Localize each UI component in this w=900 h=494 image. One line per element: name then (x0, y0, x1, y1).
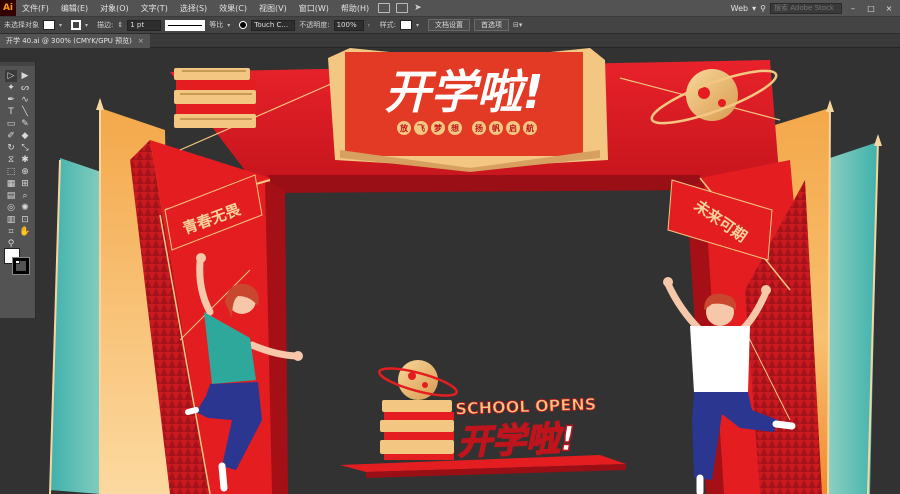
magic-wand-tool[interactable]: ✦ (5, 82, 17, 94)
stroke-profile-label[interactable]: 等比 (209, 20, 223, 30)
stepper-icon[interactable]: ⇕ (117, 21, 123, 29)
send-icon[interactable]: ➤ (414, 3, 426, 13)
arrange-documents-icon[interactable] (378, 3, 391, 13)
free-transform-tool[interactable]: ⬚ (5, 166, 17, 178)
chevron-right-icon[interactable]: › (368, 22, 376, 29)
close-icon[interactable]: × (138, 37, 144, 45)
chevron-down-icon[interactable]: ▾ (752, 4, 756, 13)
preferences-button[interactable]: 首选项 (473, 19, 509, 31)
lasso-tool[interactable]: ᔕ (19, 82, 31, 94)
menu-bar: Ai 文件(F) 编辑(E) 对象(O) 文字(T) 选择(S) 效果(C) 视… (0, 0, 900, 16)
document-tab-title: 开学 40.ai @ 300% (CMYK/GPU 预览) (6, 37, 132, 45)
rectangle-tool[interactable]: ▭ (5, 118, 17, 130)
chevron-down-icon[interactable]: ▾ (85, 22, 93, 29)
pen-tool[interactable]: ✒ (5, 94, 17, 106)
type-tool[interactable]: T (5, 106, 17, 118)
blend-tool[interactable]: ◎ (5, 202, 17, 214)
layout-grid-icon[interactable] (396, 3, 409, 13)
workspace-switcher[interactable]: Web (731, 4, 748, 13)
stroke-color-box[interactable] (12, 257, 30, 275)
shaper-tool[interactable]: ✐ (5, 130, 17, 142)
menu-view[interactable]: 视图(V) (253, 3, 293, 14)
bottom-headline-text: 开学啦! (457, 419, 576, 463)
maximize-button[interactable]: □ (864, 4, 878, 13)
menu-help[interactable]: 帮助(H) (335, 3, 375, 14)
artboard-canvas[interactable]: 开学啦! 放 飞 梦 想 扬 帆 启 航 青春无畏 未来可期 SCHOOL OP (36, 48, 900, 494)
subtitle-char: 启 (509, 123, 517, 133)
stroke-profile-preview[interactable] (165, 19, 206, 31)
subtitle-char: 飞 (417, 124, 425, 133)
eraser-tool[interactable]: ◆ (19, 130, 31, 142)
headline-text: 开学啦! (385, 65, 544, 119)
line-tool[interactable]: ╲ (19, 106, 31, 118)
symbol-sprayer-tool[interactable]: ✺ (19, 202, 31, 214)
school-opens-text: SCHOOL OPENS (455, 395, 596, 419)
slice-tool[interactable]: ⌗ (5, 226, 17, 238)
curvature-tool[interactable]: ∿ (19, 94, 31, 106)
width-tool[interactable]: ⧖ (5, 154, 17, 166)
brush-definition-field[interactable]: Touch C... (251, 19, 296, 31)
stroke-label: 描边: (97, 21, 114, 29)
artboard-tool[interactable]: ⊡ (19, 214, 31, 226)
document-setup-button[interactable]: 文档设置 (427, 19, 470, 31)
books-stack-bottom (380, 400, 454, 460)
chevron-down-icon[interactable]: ▾ (59, 22, 67, 29)
fill-swatch[interactable] (43, 20, 55, 30)
search-icon: ⚲ (760, 3, 766, 13)
stroke-weight-field[interactable]: 1 pt (127, 19, 162, 31)
menu-type[interactable]: 文字(T) (135, 3, 174, 14)
control-bar: 未选择对象 ▾ ▾ 描边: ⇕ 1 pt 等比 ▾ Touch C... 不透明… (0, 16, 900, 34)
hand-tool[interactable]: ✋ (19, 226, 31, 238)
subtitle-char: 扬 (475, 123, 483, 133)
selection-tool[interactable]: ▷ (5, 70, 17, 82)
puppet-warp-tool[interactable]: ✱ (19, 154, 31, 166)
menu-file[interactable]: 文件(F) (16, 3, 55, 14)
menu-select[interactable]: 选择(S) (174, 3, 213, 14)
subtitle-char: 帆 (492, 123, 500, 133)
document-tab-bar: 开学 40.ai @ 300% (CMYK/GPU 预览) × (0, 34, 900, 48)
gradient-tool[interactable]: ▤ (5, 190, 17, 202)
menu-edit[interactable]: 编辑(E) (55, 3, 94, 14)
style-label: 样式: (379, 21, 396, 29)
direct-selection-tool[interactable]: ▶ (19, 70, 31, 82)
chevron-down-icon[interactable]: ▾ (227, 22, 235, 29)
panel-grip[interactable] (0, 62, 35, 66)
mesh-tool[interactable]: ⊞ (19, 178, 31, 190)
menu-window[interactable]: 窗口(W) (293, 3, 335, 14)
perspective-grid-tool[interactable]: ▦ (5, 178, 17, 190)
stock-search-input[interactable] (770, 2, 842, 14)
menu-object[interactable]: 对象(O) (94, 3, 135, 14)
subtitle-char: 航 (526, 123, 534, 133)
paintbrush-tool[interactable]: ✎ (19, 118, 31, 130)
scale-tool[interactable]: ⤡ (19, 142, 31, 154)
stroke-swatch[interactable] (71, 20, 81, 30)
column-graph-tool[interactable]: ▥ (5, 214, 17, 226)
opacity-label: 不透明度: (299, 21, 330, 29)
minimize-button[interactable]: – (846, 4, 860, 13)
menu-effect[interactable]: 效果(C) (213, 3, 253, 14)
chevron-down-icon[interactable]: ▾ (416, 22, 424, 29)
rotate-tool[interactable]: ↻ (5, 142, 17, 154)
planet-bottom (378, 360, 458, 400)
graphic-style-swatch[interactable] (399, 20, 412, 30)
subtitle-char: 梦 (433, 123, 443, 133)
tools-panel: ▷ ▶ ✦ ᔕ ✒ ∿ T ╲ ▭ ✎ ✐ ◆ ↻ ⤡ ⧖ ✱ ⬚ ⊕ ▦ ⊞ ▤ ⌕ ◎ ✺ ▥ ⊡ ⌗ ✋ ⚲ (0, 62, 36, 318)
eyedropper-tool[interactable]: ⌕ (19, 190, 31, 202)
arrange-icon[interactable]: ⊟▾ (513, 21, 522, 29)
app-logo: Ai (0, 0, 16, 16)
selection-status: 未选择对象 (4, 21, 39, 29)
brush-icon (239, 21, 248, 29)
close-button[interactable]: × (882, 4, 896, 13)
shape-builder-tool[interactable]: ⊕ (19, 166, 31, 178)
subtitle-char: 想 (450, 123, 459, 133)
poster-artwork: 开学啦! 放 飞 梦 想 扬 帆 启 航 青春无畏 未来可期 SCHOOL OP (49, 48, 882, 494)
document-tab[interactable]: 开学 40.ai @ 300% (CMYK/GPU 预览) × (0, 34, 150, 48)
books-stack-top-left (174, 68, 256, 128)
subtitle-char: 放 (399, 123, 409, 133)
opacity-field[interactable]: 100% (333, 19, 364, 31)
